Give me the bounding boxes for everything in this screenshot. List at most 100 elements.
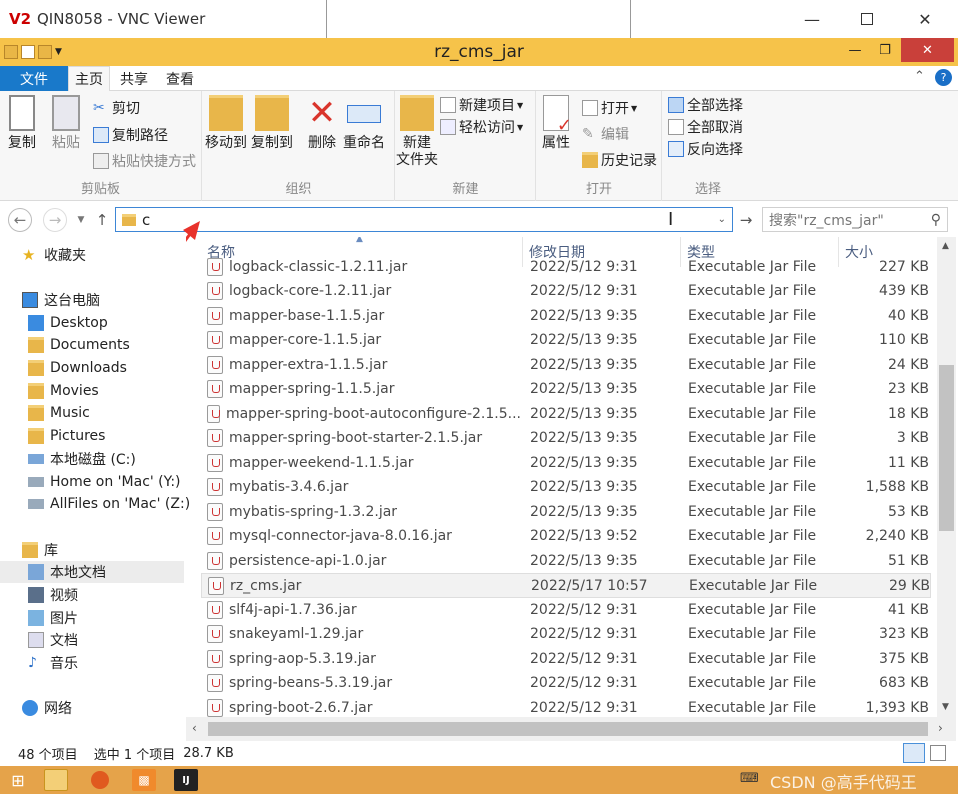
table-row[interactable]: logback-core-1.2.11.jar 2022/5/12 9:31 Exe… — [201, 279, 931, 304]
properties-button[interactable]: ✓ 属性 — [542, 95, 572, 152]
explorer-minimize-button[interactable]: — — [840, 38, 870, 62]
properties-quick-icon[interactable] — [21, 45, 35, 59]
table-row[interactable]: mapper-weekend-1.1.5.jar 2022/5/13 9:35 Ex… — [201, 451, 931, 476]
move-to-button[interactable]: 移动到 — [205, 95, 247, 152]
vnc-maximize-button[interactable] — [840, 0, 894, 38]
nav-favorites[interactable]: ★ 收藏夹 — [22, 244, 86, 266]
search-icon[interactable]: ⚲ — [931, 212, 941, 228]
address-dropdown-icon[interactable]: ⌄ — [718, 214, 726, 225]
vnc-logo-icon: V2 — [9, 10, 32, 28]
table-row[interactable]: rz_cms.jar 2022/5/17 10:57 Executable Jar … — [201, 573, 931, 598]
table-row[interactable]: spring-boot-2.6.7.jar 2022/5/12 9:31 Execu… — [201, 696, 931, 718]
nav-item-drive-c[interactable]: 本地磁盘 (C:) — [28, 448, 136, 470]
vertical-scrollbar[interactable]: ▲ ▼ — [937, 237, 956, 717]
nav-network[interactable]: 网络 — [22, 697, 72, 719]
new-folder-icon — [400, 95, 434, 131]
tab-file[interactable]: 文件 — [0, 66, 68, 91]
customize-quick-access-icon[interactable]: ▼ — [55, 47, 62, 57]
explorer-close-button[interactable]: ✕ — [901, 38, 954, 62]
search-box[interactable]: 搜索"rz_cms_jar" ⚲ — [762, 207, 948, 232]
copy-to-button[interactable]: 复制到 — [251, 95, 293, 152]
nav-item-desktop[interactable]: Desktop — [28, 312, 108, 334]
open-button[interactable]: 打开 ▼ — [582, 97, 637, 119]
select-all-button[interactable]: 全部选择 — [668, 94, 743, 116]
cut-button[interactable]: ✂ 剪切 — [93, 97, 140, 119]
delete-button[interactable]: ✕ 删除 — [305, 95, 339, 152]
vnc-minimize-button[interactable]: — — [785, 0, 839, 38]
nav-item-movies[interactable]: Movies — [28, 380, 99, 402]
search-input[interactable]: 搜索"rz_cms_jar" — [769, 210, 884, 230]
table-row[interactable]: spring-beans-5.3.19.jar 2022/5/12 9:31 Exe… — [201, 671, 931, 696]
scroll-left-icon[interactable]: ‹ — [192, 721, 197, 735]
table-row[interactable]: snakeyaml-1.29.jar 2022/5/12 9:31 Executab… — [201, 622, 931, 647]
rename-button[interactable]: 重命名 — [343, 95, 385, 152]
tab-view[interactable]: 查看 — [158, 66, 202, 91]
scroll-down-icon[interactable]: ▼ — [942, 702, 949, 712]
table-row[interactable]: mapper-extra-1.1.5.jar 2022/5/13 9:35 Exec… — [201, 353, 931, 378]
nav-item-pictures[interactable]: Pictures — [28, 425, 105, 447]
table-row[interactable]: mapper-core-1.1.5.jar 2022/5/13 9:35 Execu… — [201, 328, 931, 353]
table-row[interactable]: persistence-api-1.0.jar 2022/5/13 9:35 Exe… — [201, 549, 931, 574]
table-row[interactable]: mapper-spring-boot-autoconfigure-2.1.5..… — [201, 402, 931, 427]
windows-start-icon[interactable]: ⊞ — [6, 769, 30, 791]
help-icon[interactable]: ? — [935, 69, 952, 86]
new-folder-button[interactable]: 新建 文件夹 — [396, 95, 438, 169]
app-taskbar-icon[interactable]: ▩ — [132, 769, 156, 791]
go-button[interactable]: → — [736, 208, 756, 232]
large-icons-view-icon[interactable] — [930, 745, 946, 761]
scroll-up-icon[interactable]: ▲ — [942, 241, 949, 251]
table-row[interactable]: mapper-spring-boot-starter-2.1.5.jar 2022… — [201, 426, 931, 451]
tab-share[interactable]: 共享 — [112, 66, 156, 91]
invert-selection-button[interactable]: 反向选择 — [668, 138, 743, 160]
nav-item-videos[interactable]: 视频 — [28, 584, 78, 606]
vnc-close-button[interactable]: ✕ — [898, 0, 952, 38]
vnc-toolbar-tab[interactable] — [326, 0, 631, 42]
firefox-taskbar-icon[interactable] — [88, 769, 112, 791]
up-button[interactable]: ↑ — [93, 208, 111, 232]
table-row[interactable]: mybatis-3.4.6.jar 2022/5/13 9:35 Executabl… — [201, 475, 931, 500]
address-bar[interactable]: c I ⌄ — [115, 207, 733, 232]
horizontal-scrollbar[interactable]: ‹ › — [186, 717, 956, 741]
scrollbar-thumb[interactable] — [939, 365, 954, 531]
recent-locations-button[interactable]: ▼ — [74, 208, 88, 232]
nav-item-drive-z[interactable]: AllFiles on 'Mac' (Z:) — [28, 493, 190, 515]
table-row[interactable]: mybatis-spring-1.3.2.jar 2022/5/13 9:35 Ex… — [201, 500, 931, 525]
scrollbar-thumb[interactable] — [208, 722, 928, 736]
nav-library[interactable]: 库 — [22, 539, 58, 561]
nav-item-drive-y[interactable]: Home on 'Mac' (Y:) — [28, 471, 181, 493]
table-row[interactable]: logback-classic-1.2.11.jar 2022/5/12 9:31… — [201, 255, 931, 280]
nav-item-downloads[interactable]: Downloads — [28, 357, 127, 379]
table-row[interactable]: mapper-spring-1.1.5.jar 2022/5/13 9:35 Exe… — [201, 377, 931, 402]
explorer-restore-button[interactable]: ❐ — [870, 38, 900, 62]
nav-item-music-lib[interactable]: ♪ 音乐 — [28, 652, 78, 674]
table-row[interactable]: mysql-connector-java-8.0.16.jar 2022/5/13… — [201, 524, 931, 549]
nav-item-documents[interactable]: Documents — [28, 334, 130, 356]
nav-this-pc[interactable]: 这台电脑 — [22, 289, 100, 311]
copy-button[interactable]: 复制 — [8, 95, 36, 152]
new-item-button[interactable]: 新建项目 ▼ — [440, 94, 523, 116]
paste-shortcut-button[interactable]: 粘贴快捷方式 — [93, 150, 196, 172]
nav-item-images[interactable]: 图片 — [28, 607, 78, 629]
nav-item-local-docs[interactable]: 本地文档 — [0, 561, 184, 583]
edit-button[interactable]: ✎ 编辑 — [582, 123, 629, 145]
details-view-icon[interactable] — [903, 743, 925, 763]
table-row[interactable]: mapper-base-1.1.5.jar 2022/5/13 9:35 Execu… — [201, 304, 931, 329]
history-button[interactable]: 历史记录 — [582, 149, 657, 171]
select-none-button[interactable]: 全部取消 — [668, 116, 743, 138]
scroll-right-icon[interactable]: › — [938, 721, 943, 735]
copy-path-button[interactable]: 复制路径 — [93, 124, 168, 146]
intellij-taskbar-icon[interactable]: IJ — [174, 769, 198, 791]
tab-home[interactable]: 主页 — [68, 66, 110, 91]
collapse-ribbon-icon[interactable]: ⌃ — [914, 69, 925, 84]
new-folder-quick-icon[interactable] — [38, 45, 52, 59]
nav-item-docs[interactable]: 文档 — [28, 629, 78, 651]
nav-item-music[interactable]: Music — [28, 402, 90, 424]
paste-button[interactable]: 粘贴 — [52, 95, 80, 152]
table-row[interactable]: spring-aop-5.3.19.jar 2022/5/12 9:31 Execu… — [201, 647, 931, 672]
file-explorer-taskbar-icon[interactable] — [44, 769, 68, 791]
easy-access-button[interactable]: 轻松访问 ▼ — [440, 116, 523, 138]
back-button[interactable]: ← — [8, 208, 32, 232]
forward-button[interactable]: → — [43, 208, 67, 232]
table-row[interactable]: slf4j-api-1.7.36.jar 2022/5/12 9:31 Execut… — [201, 598, 931, 623]
keyboard-icon[interactable]: ⌨ — [740, 771, 759, 786]
